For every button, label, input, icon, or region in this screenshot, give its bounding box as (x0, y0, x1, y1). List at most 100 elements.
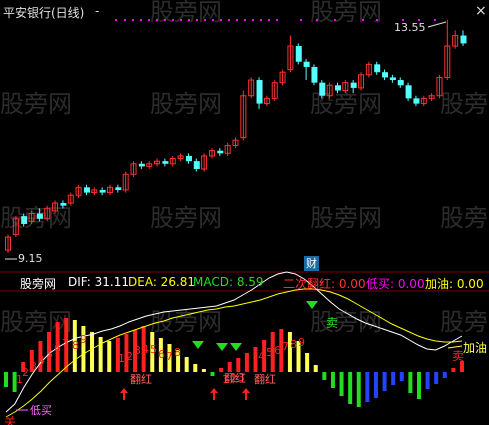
count-digit: 4 (142, 343, 149, 356)
macd-bar (4, 372, 8, 387)
count-digit: 6 (54, 342, 61, 355)
signal-dot (188, 19, 190, 21)
candle-body[interactable] (193, 161, 200, 170)
signal-dot (244, 19, 246, 21)
count-digit: 4 (38, 354, 45, 367)
macd-bar (373, 372, 378, 398)
count-digit: 8 (174, 346, 181, 359)
ercifanhong-value: 二次翻红: 0.00 (283, 277, 366, 291)
macd-value: MACD: 8.59 (193, 275, 264, 289)
candle-body[interactable] (311, 66, 318, 83)
dea-value: DEA: 26.81 (128, 275, 196, 289)
watermark-text: 股旁网 (440, 90, 489, 118)
financial-badge[interactable]: 财 (304, 256, 319, 271)
watermark-text: 股旁网 (150, 90, 222, 118)
signal-dot (252, 19, 254, 21)
candle-body[interactable] (21, 216, 28, 224)
candle-body[interactable] (36, 213, 43, 219)
chart-title-bar: 平安银行(日线) - × (3, 3, 487, 21)
count-digit: 2 (126, 350, 133, 363)
count-digit: 4 (258, 350, 265, 363)
jiayou-value: 加油: 0.00 (425, 277, 484, 291)
macd-bar (90, 332, 95, 372)
signal-dot (140, 19, 142, 21)
macd-bar (210, 372, 215, 376)
macd-bar (425, 372, 430, 389)
signal-dot (115, 19, 117, 21)
candle-body[interactable] (60, 203, 67, 206)
signal-dot (204, 19, 206, 21)
buy-arrow-head (242, 388, 250, 393)
candle-body[interactable] (303, 61, 310, 67)
macd-bar (201, 369, 206, 372)
watermark-text: 股旁网 (0, 90, 72, 118)
candle-body[interactable] (295, 46, 302, 62)
count-digit: 9 (298, 336, 305, 349)
macd-bar (253, 347, 258, 372)
candle-body[interactable] (374, 64, 381, 73)
watermark-text: 股旁网 (0, 204, 72, 232)
fanhong-label: 翻红 (130, 372, 152, 386)
candle-body[interactable] (138, 163, 145, 167)
macd-bar (348, 372, 353, 404)
signal-dot (260, 19, 262, 21)
macd-bar (339, 372, 344, 396)
signal-dot (228, 19, 230, 21)
dif-value: DIF: 31.11 (68, 275, 129, 289)
signal-dot (212, 19, 214, 21)
macd-bar (330, 372, 335, 388)
guan-glyph: 关 (4, 415, 16, 425)
count-digit: 6 (158, 348, 165, 361)
macd-bar (451, 368, 456, 372)
signal-dot (172, 19, 174, 21)
signal-dot (180, 19, 182, 21)
candle-body[interactable] (83, 187, 90, 193)
candle-body[interactable] (256, 80, 263, 104)
candle-body[interactable] (460, 35, 467, 44)
candlestick-chart[interactable]: 股旁网股旁网股旁网股旁网股旁网股旁网股旁网股旁网股旁网股旁网股旁网股旁网股旁网股… (0, 0, 489, 425)
macd-bar (107, 341, 112, 372)
candle-body[interactable] (405, 85, 412, 99)
chart-title: 平安银行(日线) (3, 6, 85, 20)
signal-dot (236, 19, 238, 21)
count-digit: 3 (134, 344, 141, 357)
watermark-text: 股旁网 (440, 204, 489, 232)
candle-body[interactable] (185, 155, 192, 162)
candle-body[interactable] (334, 85, 341, 91)
macd-bar (236, 358, 241, 372)
signal-dot (362, 19, 364, 21)
jiayou-label: 加油 (463, 341, 487, 355)
indicator-name[interactable]: 股旁网 (20, 275, 56, 292)
count-digit: 5 (266, 346, 273, 359)
signal-dot (132, 19, 134, 21)
watermark-text: 股旁网 (150, 0, 222, 26)
signal-dot (220, 19, 222, 21)
count-digit: 8 (290, 338, 297, 351)
candle-body[interactable] (397, 80, 404, 86)
candle-body[interactable] (115, 187, 122, 190)
signal-dot (268, 19, 270, 21)
signal-dot (148, 19, 150, 21)
candle-body[interactable] (99, 189, 106, 193)
macd-bar (305, 353, 310, 372)
count-digit: 8 (72, 339, 79, 352)
candle-body[interactable] (382, 72, 389, 78)
macd-bar (184, 357, 189, 372)
minimize-button[interactable]: - (95, 4, 99, 18)
macd-bar (313, 365, 318, 372)
candle-body[interactable] (162, 161, 169, 164)
close-button[interactable]: × (475, 3, 487, 19)
sell-label: 卖 (326, 316, 338, 330)
sell-triangle (230, 343, 242, 351)
sell-triangle (216, 343, 228, 351)
macd-bar (399, 372, 404, 381)
candle-body[interactable] (217, 150, 224, 154)
count-digit: 5 (150, 343, 157, 356)
candle-body[interactable] (413, 98, 420, 104)
candle-body[interactable] (350, 82, 357, 88)
dimai-label: 低买 (30, 404, 52, 417)
candle-body[interactable] (389, 77, 396, 81)
buy-arrow-head (120, 388, 128, 393)
candle-body[interactable] (319, 82, 326, 96)
count-digit: 7 (282, 340, 289, 353)
